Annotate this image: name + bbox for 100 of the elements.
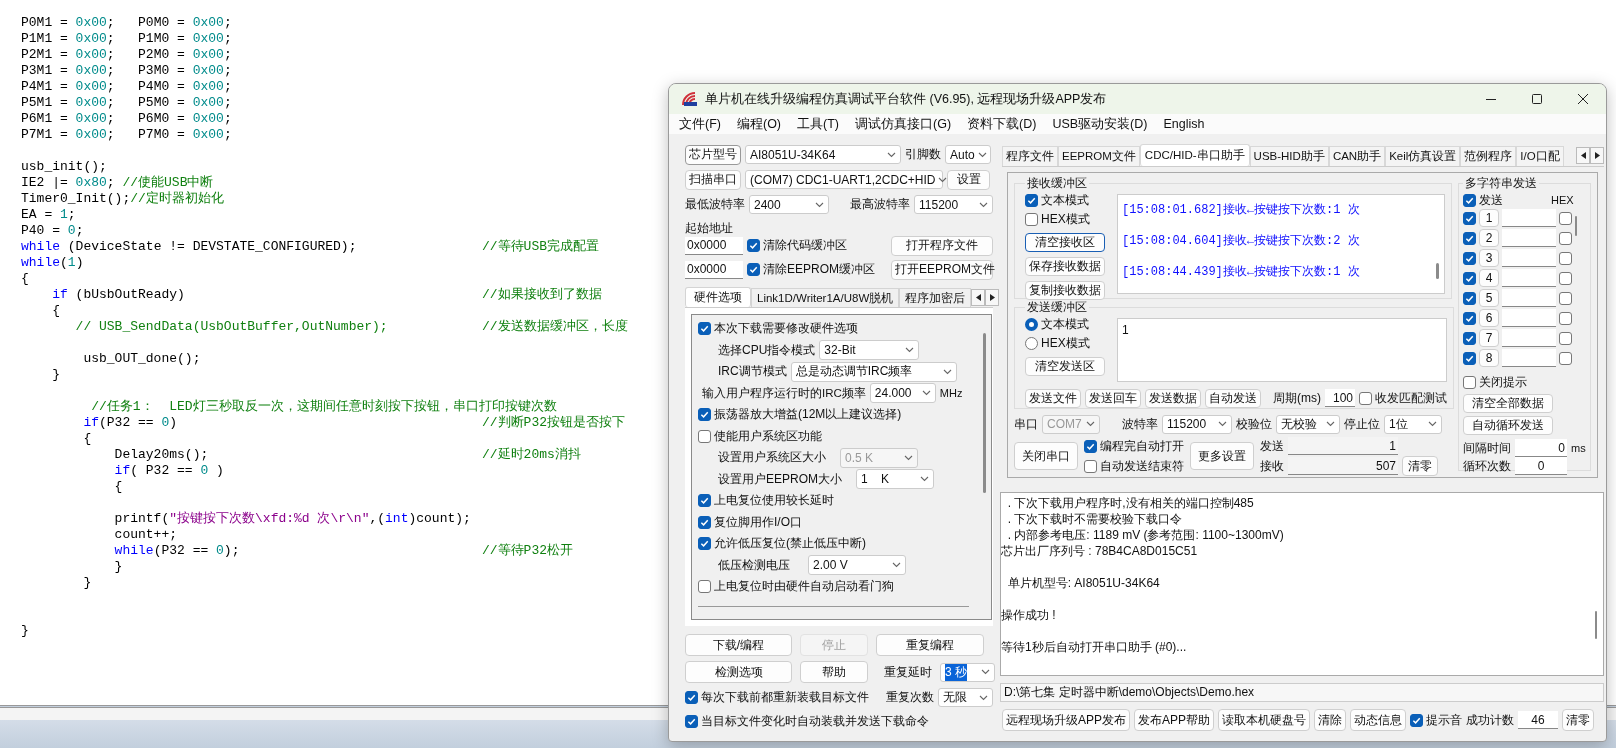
checkbox[interactable] (698, 515, 711, 529)
checkbox[interactable] (1025, 213, 1038, 226)
checkbox[interactable] (1559, 251, 1572, 265)
button[interactable]: 动态信息 (1350, 709, 1407, 731)
checkbox[interactable] (698, 537, 711, 551)
dropdown[interactable]: 1位 (1384, 414, 1442, 434)
button[interactable]: 重复编程 (876, 634, 984, 656)
button[interactable]: 自动发送 (1205, 388, 1261, 408)
checkbox[interactable] (1410, 713, 1424, 727)
button[interactable]: 发送数据 (1145, 388, 1201, 408)
button[interactable]: 远程现场升级APP发布 (1002, 709, 1130, 731)
button[interactable]: 清零 (1402, 456, 1438, 476)
send-number-button[interactable]: 2 (1479, 229, 1499, 247)
button[interactable]: 设置 (947, 169, 990, 190)
send-number-button[interactable]: 7 (1479, 329, 1499, 347)
checkbox[interactable] (747, 263, 760, 276)
tab[interactable]: 程序文件 (1002, 146, 1058, 166)
checkbox[interactable] (1559, 211, 1572, 225)
string-input[interactable] (1502, 289, 1556, 307)
radio-button[interactable] (1025, 318, 1038, 331)
radio-button[interactable] (1025, 337, 1038, 350)
button[interactable]: 清空全部数据 (1463, 394, 1553, 413)
scroll-left-button[interactable] (1576, 146, 1590, 164)
checkbox[interactable] (1463, 376, 1476, 389)
button[interactable]: 发送回车 (1085, 388, 1141, 408)
checkbox[interactable] (1559, 351, 1572, 365)
string-input[interactable] (1502, 349, 1556, 367)
checkbox[interactable] (1559, 311, 1572, 325)
button[interactable]: 更多设置 (1190, 442, 1254, 470)
button[interactable]: 芯片型号 (685, 144, 741, 165)
button[interactable]: 发送文件 (1025, 388, 1081, 408)
period-input[interactable]: 100 (1325, 389, 1355, 407)
checkbox[interactable] (1463, 311, 1476, 325)
checkbox[interactable] (1084, 459, 1097, 473)
string-input[interactable] (1502, 229, 1556, 247)
button[interactable]: 检测选项 (685, 661, 792, 683)
checkbox[interactable] (1559, 271, 1572, 285)
button[interactable]: 关闭串口 (1014, 442, 1078, 470)
checkbox[interactable] (698, 429, 711, 443)
checkbox[interactable] (1463, 211, 1476, 225)
string-input[interactable] (1502, 329, 1556, 347)
checkbox[interactable] (1463, 291, 1476, 305)
dropdown[interactable]: 2400 (749, 195, 829, 214)
button[interactable]: 清零 (1562, 709, 1595, 731)
checkbox[interactable] (1463, 231, 1476, 245)
tab[interactable]: 程序加密后 (899, 288, 972, 307)
tab[interactable]: USB-HID助手 (1249, 146, 1329, 166)
button[interactable]: 清空发送区 (1025, 357, 1105, 376)
checkbox[interactable] (685, 715, 698, 728)
checkbox[interactable] (1559, 291, 1572, 305)
checkbox[interactable] (698, 494, 711, 508)
button[interactable]: 发布APP帮助 (1134, 709, 1215, 731)
checkbox[interactable] (747, 239, 760, 252)
dropdown[interactable]: 2.00 V (808, 555, 906, 576)
button[interactable]: 扫描串口 (685, 169, 741, 190)
checkbox[interactable] (1025, 194, 1038, 207)
scrollbar-thumb[interactable] (1435, 263, 1439, 279)
button[interactable]: 清除 (1314, 709, 1347, 731)
checkbox[interactable] (1084, 439, 1097, 453)
checkbox[interactable] (1559, 331, 1572, 345)
button[interactable]: 打开EEPROM文件 (891, 259, 993, 280)
checkbox[interactable] (698, 322, 711, 336)
checkbox[interactable] (1359, 391, 1372, 405)
address-input[interactable]: 0x0000 (685, 236, 743, 255)
checkbox[interactable] (1559, 231, 1572, 245)
button[interactable]: 复制接收数据 (1025, 281, 1105, 300)
scrollbar-thumb[interactable] (982, 333, 986, 493)
tab[interactable]: CAN助手 (1328, 146, 1386, 166)
checkbox[interactable] (685, 691, 698, 704)
checkbox[interactable] (698, 408, 711, 422)
string-input[interactable] (1502, 309, 1556, 327)
string-input[interactable] (1502, 249, 1556, 267)
dropdown[interactable]: 3 秒 (940, 662, 995, 682)
button[interactable]: 读取本机硬盘号 (1218, 709, 1311, 731)
address-input[interactable]: 0x0000 (685, 260, 743, 279)
tab[interactable]: Keil仿真设置 (1385, 146, 1461, 166)
dropdown[interactable]: 32-Bit (819, 340, 920, 361)
send-number-button[interactable]: 3 (1479, 249, 1499, 267)
dropdown[interactable]: 无校验 (1276, 414, 1340, 434)
tab[interactable]: 硬件选项 (685, 287, 751, 307)
scroll-left-button[interactable] (971, 288, 986, 306)
send-number-button[interactable]: 6 (1479, 309, 1499, 327)
tab[interactable]: CDC/HID-串口助手 (1139, 144, 1250, 166)
dropdown[interactable]: 115200 (1162, 414, 1232, 434)
send-number-button[interactable]: 5 (1479, 289, 1499, 307)
string-input[interactable] (1502, 269, 1556, 287)
checkbox[interactable] (1463, 351, 1476, 365)
dropdown[interactable]: 总是动态调节IRC频率 (790, 361, 957, 382)
button[interactable]: 帮助 (800, 661, 868, 683)
button[interactable]: 自动循环发送 (1463, 416, 1553, 435)
menu-item[interactable]: 编程(O) (736, 115, 782, 133)
menu-item[interactable]: 调试仿真接口(G) (855, 115, 952, 133)
scroll-right-button[interactable] (985, 288, 1000, 306)
string-input[interactable] (1502, 209, 1556, 227)
button[interactable]: 保存接收数据 (1025, 257, 1105, 276)
send-text-area[interactable]: 1 (1117, 318, 1447, 382)
checkbox[interactable] (1463, 271, 1476, 285)
checkbox[interactable] (698, 580, 711, 594)
menu-item[interactable]: 文件(F) (679, 115, 721, 133)
receive-text-area[interactable]: [15:08:01.682]接收←按键按下次数:1 次 [15:08:04.604]接收←按键按下次数:2 次 [15:08:44.439]接收←按键按下次数:1 次 (1117, 194, 1445, 294)
